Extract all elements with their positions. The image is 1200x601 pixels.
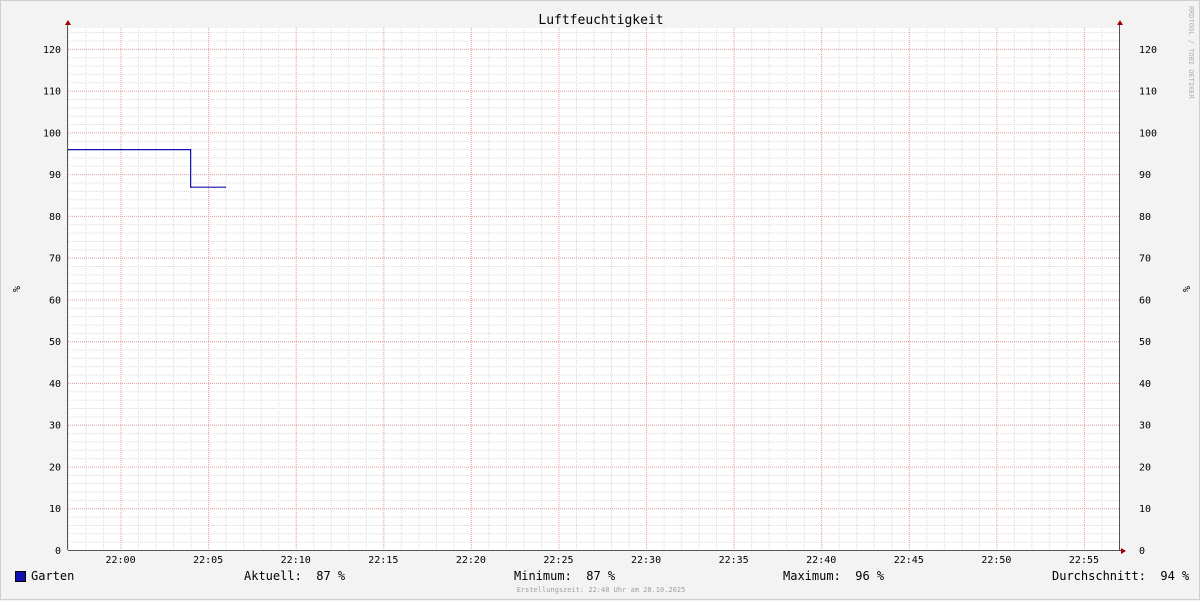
x-tick-label: 22:50 (981, 555, 1011, 566)
y-tick-label-right: 20 (1139, 462, 1151, 473)
x-tick-label: 22:15 (368, 555, 398, 566)
stat-aktuell: Aktuell: 87 % (244, 569, 346, 583)
footer-timestamp: Erstellungszeit: 22:48 Uhr am 28.10.2025 (516, 586, 686, 594)
y-tick-label-left: 10 (49, 504, 61, 515)
y-tick-label-right: 30 (1139, 421, 1151, 432)
x-tick-label: 22:40 (806, 555, 836, 566)
y-tick-label-right: 110 (1139, 87, 1157, 98)
y-axis-arrow-right (1117, 20, 1123, 25)
y-tick-label-right: 80 (1139, 212, 1151, 223)
y-tick-label-right: 120 (1139, 45, 1157, 56)
y-tick-label-right: 100 (1139, 128, 1157, 139)
y-tick-label-left: 120 (43, 45, 61, 56)
x-tick-label: 22:10 (281, 555, 311, 566)
x-tick-label: 22:20 (456, 555, 486, 566)
graph-frame: 0 0 10 10 20 20 30 30 40 40 50 50 60 60 70 70 80 80 90 90 10… (0, 0, 1200, 600)
y-axis-arrow-left (65, 20, 71, 25)
y-tick-label-left: 30 (49, 421, 61, 432)
y-tick-label-left: 20 (49, 462, 61, 473)
y-tick-label-left: 90 (49, 170, 61, 181)
legend-swatch (15, 571, 26, 582)
chart: 0 0 10 10 20 20 30 30 40 40 50 50 60 60 70 70 80 80 90 90 10… (10, 6, 1195, 566)
legend: Garten Aktuell: 87 % Minimum: 87 % Maxim… (15, 567, 1190, 585)
y-tick-label-left: 60 (49, 295, 61, 306)
y-tick-label-right: 40 (1139, 379, 1151, 390)
stat-minimum: Minimum: 87 % (514, 569, 616, 583)
x-tick-label: 22:45 (894, 555, 924, 566)
x-tick-label: 22:30 (631, 555, 661, 566)
x-tick-label: 22:00 (105, 555, 135, 566)
y-tick-label-left: 40 (49, 379, 61, 390)
watermark: RRDTOOL / TOBI OETIKER (1187, 6, 1195, 100)
y-tick-label-left: 70 (49, 254, 61, 265)
y-tick-label-right: 90 (1139, 170, 1151, 181)
x-tick-label: 22:25 (543, 555, 573, 566)
y-tick-label-right: 70 (1139, 254, 1151, 265)
x-tick-label: 22:05 (193, 555, 223, 566)
y-tick-label-left: 110 (43, 87, 61, 98)
legend-series-name: Garten (31, 569, 75, 583)
y-tick-label-right: 10 (1139, 504, 1151, 515)
y-tick-label-left: 0 (55, 546, 61, 557)
chart-title: Luftfeuchtigkeit (538, 13, 663, 28)
data-point (190, 149, 192, 151)
stat-maximum: Maximum: 96 % (783, 569, 885, 583)
y-tick-label-right: 0 (1139, 546, 1145, 557)
y-axis-label-left: % (10, 286, 21, 292)
data-point (225, 186, 227, 188)
x-axis-arrow (1121, 548, 1126, 554)
y-axis-label-right: % (1180, 286, 1191, 292)
y-tick-label-right: 60 (1139, 295, 1151, 306)
y-tick-label-right: 50 (1139, 337, 1151, 348)
y-tick-label-left: 50 (49, 337, 61, 348)
stat-durchschnitt: Durchschnitt: 94 % (1052, 569, 1190, 583)
y-tick-label-left: 80 (49, 212, 61, 223)
y-tick-label-left: 100 (43, 128, 61, 139)
x-tick-label: 22:55 (1069, 555, 1099, 566)
x-tick-label: 22:35 (719, 555, 749, 566)
data-point (190, 186, 192, 188)
